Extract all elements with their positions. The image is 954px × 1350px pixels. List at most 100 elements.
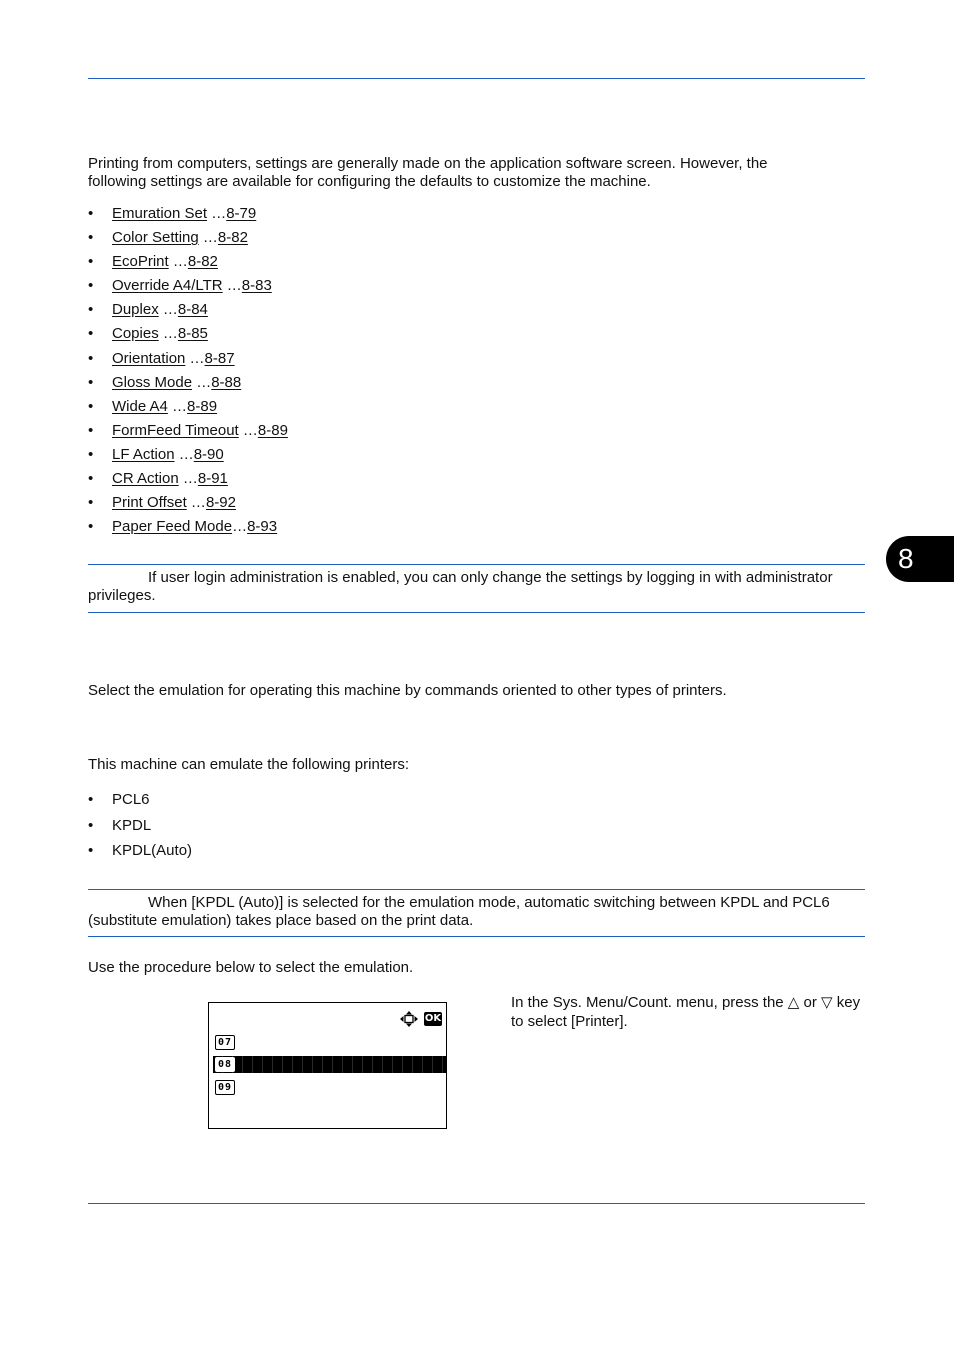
step-1-instruction: In the Sys. Menu/Count. menu, press the … xyxy=(511,994,861,1030)
bullet-icon: • xyxy=(88,277,94,295)
settings-list-item: • EcoPrint …8-82 xyxy=(88,250,288,274)
setting-link[interactable]: FormFeed Timeout xyxy=(112,422,239,439)
printer-name: KPDL xyxy=(112,816,152,834)
bullet-icon: • xyxy=(88,253,94,271)
settings-list-item: • Emuration Set …8-79 xyxy=(88,202,288,226)
bullet-icon: • xyxy=(88,791,94,808)
setting-link[interactable]: Print Offset xyxy=(112,494,187,511)
setting-link[interactable]: Paper Feed Mode xyxy=(112,518,232,535)
settings-list-item: • Wide A4 …8-89 xyxy=(88,395,288,419)
menu-number-badge: 08 xyxy=(215,1057,235,1072)
separator: … xyxy=(198,229,218,247)
bullet-icon: • xyxy=(88,494,94,512)
page-link[interactable]: 8-82 xyxy=(188,253,218,270)
page-link[interactable]: 8-90 xyxy=(194,446,224,463)
separator: … xyxy=(232,518,248,536)
separator: … xyxy=(185,349,205,367)
printer-list-item: • PCL6 xyxy=(88,787,192,813)
menu-number-badge: 07 xyxy=(215,1035,235,1050)
emulation-can-emulate: This machine can emulate the following p… xyxy=(88,756,409,773)
printer-list-item: • KPDL(Auto) xyxy=(88,838,192,864)
separator: … xyxy=(222,277,242,295)
setting-link[interactable]: Color Setting xyxy=(112,229,199,246)
header-rule xyxy=(88,78,865,79)
lcd-menu-row[interactable]: 07 xyxy=(213,1034,446,1051)
printer-name: KPDL(Auto) xyxy=(112,842,193,859)
page-link[interactable]: 8-88 xyxy=(211,374,241,391)
separator: … xyxy=(168,253,188,271)
setting-link[interactable]: Emuration Set xyxy=(112,205,207,222)
bullet-icon: • xyxy=(88,325,94,343)
page-link[interactable]: 8-91 xyxy=(198,470,228,487)
setting-link[interactable]: EcoPrint xyxy=(112,253,169,270)
separator: … xyxy=(174,445,194,463)
page-link[interactable]: 8-82 xyxy=(218,229,248,246)
separator: … xyxy=(186,494,206,512)
bullet-icon: • xyxy=(88,470,94,488)
page-link[interactable]: 8-83 xyxy=(242,277,272,294)
bullet-icon: • xyxy=(88,301,94,319)
note-kpdl-auto: When [KPDL (Auto)] is selected for the e… xyxy=(88,894,830,929)
setting-link[interactable]: Gloss Mode xyxy=(112,374,192,391)
page-link[interactable]: 8-89 xyxy=(187,398,217,415)
emulation-printers-list: • PCL6 • KPDL • KPDL(Auto) xyxy=(88,787,192,864)
bullet-icon: • xyxy=(88,816,94,834)
bullet-icon: • xyxy=(88,518,94,536)
page-link[interactable]: 8-79 xyxy=(226,205,256,222)
settings-list-item: • Copies …8-85 xyxy=(88,322,288,346)
setting-link[interactable]: Duplex xyxy=(112,301,159,318)
setting-link[interactable]: Override A4/LTR xyxy=(112,277,223,294)
lcd-menu-row[interactable]: 09 xyxy=(213,1079,446,1096)
settings-list-item: • Override A4/LTR …8-83 xyxy=(88,274,288,298)
settings-list-item: • LF Action …8-90 xyxy=(88,443,288,467)
settings-list-item: • Orientation …8-87 xyxy=(88,347,288,371)
separator: … xyxy=(158,325,178,343)
procedure-intro: Use the procedure below to select the em… xyxy=(88,959,414,976)
note2-rule-top xyxy=(88,889,865,890)
note2-rule-bottom xyxy=(88,936,865,937)
chapter-number: 8 xyxy=(898,543,914,574)
bullet-icon: • xyxy=(88,349,94,367)
bullet-icon: • xyxy=(88,205,94,222)
setting-link[interactable]: CR Action xyxy=(112,470,179,487)
page-link[interactable]: 8-84 xyxy=(178,301,208,318)
lcd-menu-row-selected[interactable]: 08 xyxy=(213,1056,446,1073)
settings-list-item: • FormFeed Timeout …8-89 xyxy=(88,419,288,443)
bullet-icon: • xyxy=(88,421,94,439)
footer-rule xyxy=(88,1203,865,1204)
page-link[interactable]: 8-85 xyxy=(178,325,208,342)
chapter-tab[interactable]: 8 xyxy=(886,536,954,582)
emulation-description: Select the emulation for operating this … xyxy=(88,682,727,699)
separator: … xyxy=(167,397,188,415)
intro-paragraph: Printing from computers, settings are ge… xyxy=(88,155,768,190)
separator: … xyxy=(207,205,227,222)
menu-number-badge: 09 xyxy=(215,1080,235,1095)
settings-list-item: • Gloss Mode …8-88 xyxy=(88,371,288,395)
settings-list-item: • Duplex …8-84 xyxy=(88,298,288,322)
note-rule-top xyxy=(88,564,865,565)
page-link[interactable]: 8-89 xyxy=(258,422,288,439)
lcd-screen: OK 07 08 09 xyxy=(208,1002,447,1129)
separator: … xyxy=(238,421,258,439)
bullet-icon: • xyxy=(88,373,94,391)
ok-key-icon: OK xyxy=(424,1012,442,1026)
settings-list-item: • Paper Feed Mode…8-93 xyxy=(88,515,288,539)
page-link[interactable]: 8-92 xyxy=(206,494,236,511)
bullet-icon: • xyxy=(88,229,94,247)
settings-list-item: • Print Offset …8-92 xyxy=(88,491,288,515)
printer-list-item: • KPDL xyxy=(88,813,192,839)
bullet-icon: • xyxy=(88,397,94,415)
setting-link[interactable]: Wide A4 xyxy=(112,398,168,415)
setting-link[interactable]: Orientation xyxy=(112,350,185,367)
settings-list: • Emuration Set …8-79 • Color Setting …8-82… xyxy=(88,202,288,539)
four-way-arrow-icon xyxy=(400,1011,418,1027)
separator: … xyxy=(192,373,212,391)
separator: … xyxy=(178,470,198,488)
setting-link[interactable]: Copies xyxy=(112,325,159,342)
setting-link[interactable]: LF Action xyxy=(112,446,175,463)
note-rule-bottom xyxy=(88,612,865,613)
bullet-icon: • xyxy=(88,445,94,463)
page-link[interactable]: 8-87 xyxy=(205,350,235,367)
settings-list-item: • Color Setting …8-82 xyxy=(88,226,288,250)
page-link[interactable]: 8-93 xyxy=(247,518,277,535)
